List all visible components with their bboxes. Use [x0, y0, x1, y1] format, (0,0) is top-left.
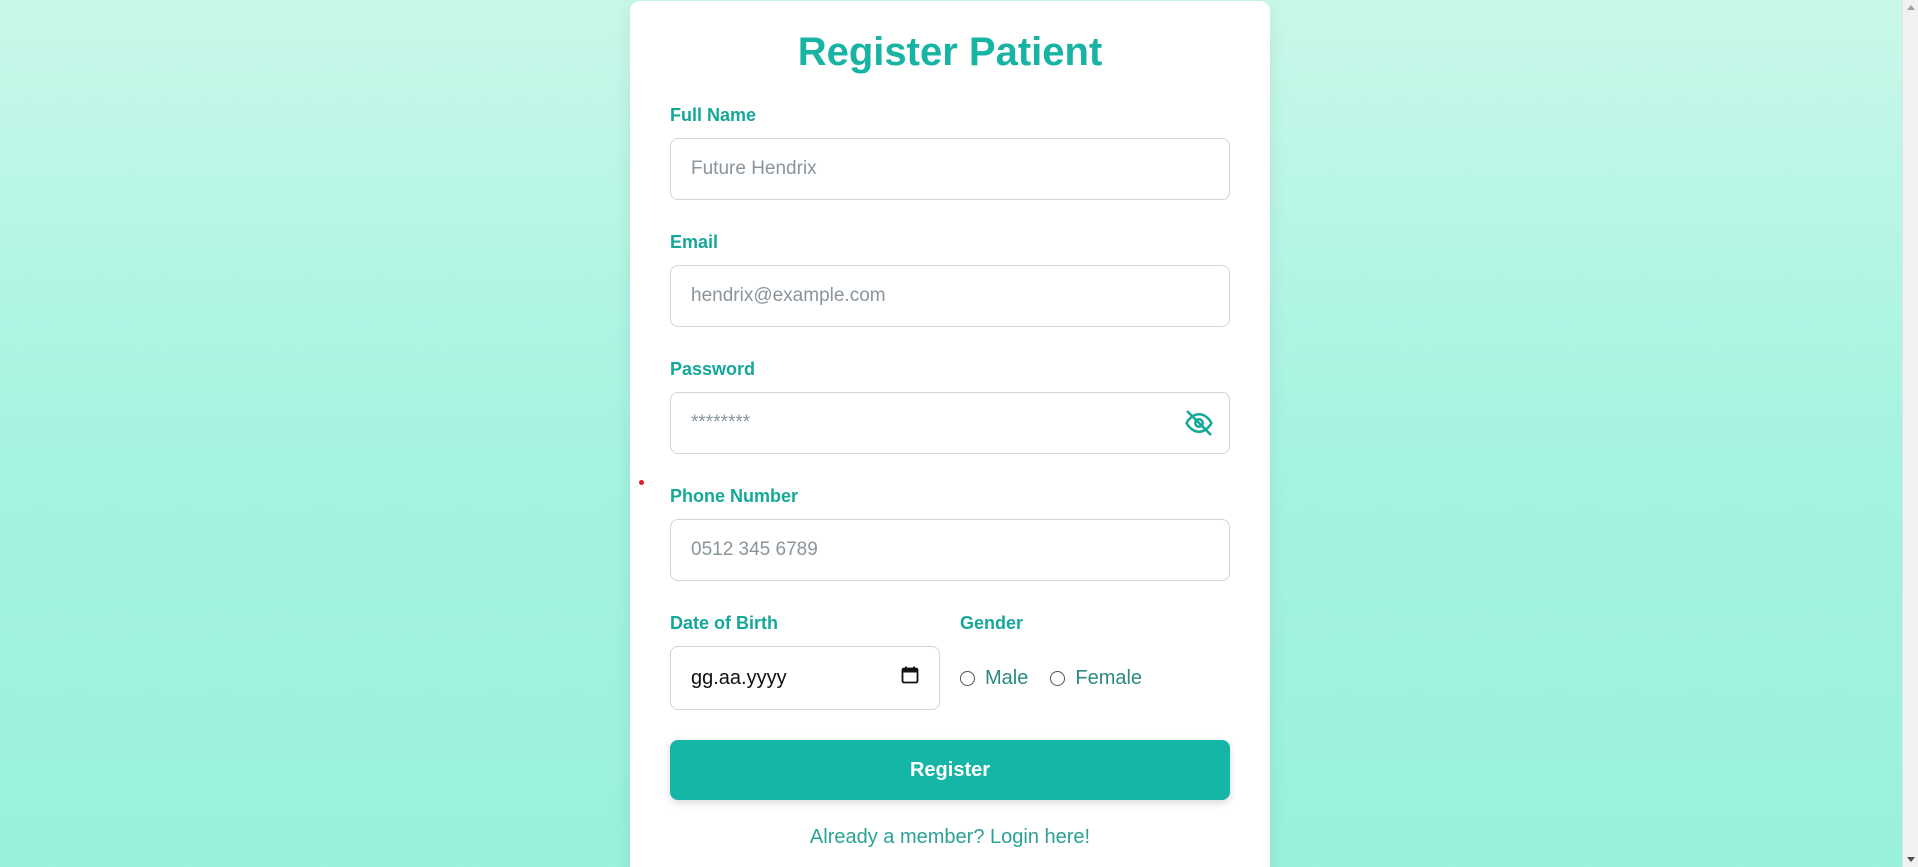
gender-group: Gender Male Female: [960, 613, 1230, 710]
dob-value: gg.aa.yyyy: [691, 666, 787, 689]
gender-label: Gender: [960, 613, 1024, 633]
full-name-label: Full Name: [670, 105, 757, 125]
phone-group: Phone Number: [670, 486, 1230, 581]
calendar-icon[interactable]: [901, 666, 919, 690]
full-name-group: Full Name: [670, 105, 1230, 200]
page-scrollbar[interactable]: [1902, 0, 1918, 867]
email-label: Email: [670, 232, 719, 252]
login-link[interactable]: Already a member? Login here!: [670, 826, 1230, 849]
cursor-dot: [639, 480, 644, 485]
dob-gender-row: Date of Birth gg.aa.yyyy Gender Male Fem…: [670, 613, 1230, 710]
scroll-up-icon[interactable]: [1907, 5, 1915, 10]
radio-male[interactable]: [960, 670, 975, 686]
gender-option-male[interactable]: Male: [960, 667, 1028, 690]
radio-female[interactable]: [1050, 670, 1066, 686]
password-input[interactable]: [670, 392, 1230, 454]
phone-input[interactable]: [670, 519, 1230, 581]
scroll-down-icon[interactable]: [1907, 857, 1915, 862]
phone-label: Phone Number: [670, 486, 799, 506]
email-input[interactable]: [670, 265, 1230, 327]
email-group: Email: [670, 232, 1230, 327]
radio-label-male: Male: [985, 666, 1029, 689]
gender-options: Male Female: [960, 646, 1230, 710]
eye-off-icon[interactable]: [1184, 408, 1214, 438]
password-group: Password: [670, 359, 1230, 454]
password-label: Password: [670, 359, 756, 379]
gender-option-female[interactable]: Female: [1050, 667, 1142, 690]
register-card: Register Patient Full Name Email Passwor…: [630, 1, 1270, 867]
dob-label: Date of Birth: [670, 613, 778, 633]
dob-input[interactable]: gg.aa.yyyy: [670, 646, 940, 710]
full-name-input[interactable]: [670, 138, 1230, 200]
dob-group: Date of Birth gg.aa.yyyy: [670, 613, 940, 710]
radio-label-female: Female: [1075, 666, 1143, 689]
register-button[interactable]: Register: [670, 740, 1230, 800]
page-title: Register Patient: [797, 30, 1103, 74]
